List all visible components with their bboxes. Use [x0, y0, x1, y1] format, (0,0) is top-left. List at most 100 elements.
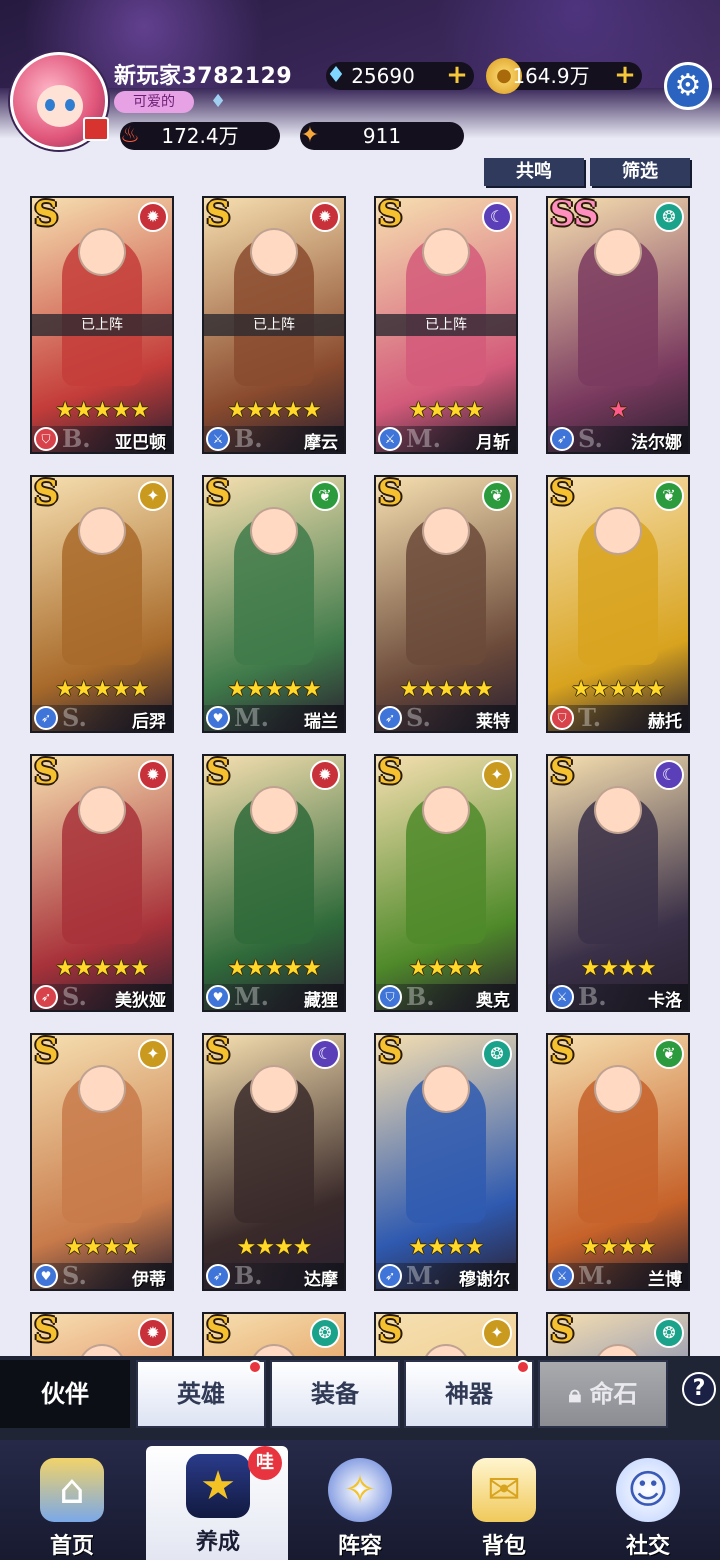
hero-name-bar: ➶ S. 美狄娅 — [32, 982, 172, 1011]
hero-name-bar: ♥ M. 藏狸 — [204, 982, 344, 1011]
nav-lineup[interactable]: ✧ 阵容 — [288, 1440, 432, 1560]
hero-name: 法尔娜 — [631, 433, 682, 453]
nav-bag-label: 背包 — [481, 1534, 526, 1559]
hero-rank: S — [34, 1312, 59, 1350]
nav-develop[interactable]: ★ 养成 哇 — [146, 1446, 288, 1560]
settings-gear-icon[interactable]: ⚙ — [664, 62, 712, 110]
player-title-badge[interactable]: 可爱的 — [114, 91, 194, 113]
hero-head — [250, 786, 298, 834]
hero-card[interactable]: S ✹ 已上阵 ★★★★★ ⚔ B. 摩云 — [202, 196, 346, 454]
hero-name: 摩云 — [304, 433, 338, 453]
hero-grade: M. — [234, 703, 269, 732]
hero-grid: S ✹ 已上阵 ★★★★★ ⛉ B. 亚巴顿 S ✹ 已上阵 ★★★★★ ⚔ B. 摩云 S ☾ 已上阵 ★★★★… — [0, 196, 720, 1356]
hero-head — [78, 507, 126, 555]
hero-rank: S — [34, 1033, 59, 1071]
hero-card[interactable]: S ❦ ★★★★★ ⛉ T. 赫托 — [546, 475, 690, 733]
hero-card[interactable]: S ✦ ★★★★★ ➶ S. 后羿 — [30, 475, 174, 733]
hero-grade: S. — [578, 424, 603, 453]
hero-name: 莱特 — [476, 712, 510, 732]
fire-element-icon: ✹ — [138, 202, 168, 232]
tab-hero[interactable]: 英雄 — [136, 1360, 266, 1428]
hero-rank: S — [34, 754, 59, 792]
hero-card[interactable]: S ❂ — [202, 1312, 346, 1356]
tab-partner[interactable]: 伙伴 — [0, 1360, 130, 1428]
hero-card[interactable]: SS ❂ ★ ➶ S. 法尔娜 — [546, 196, 690, 454]
sword-role-icon: ⚔ — [206, 427, 230, 451]
hero-card[interactable]: S ❦ ★★★★★ ➶ S. 莱特 — [374, 475, 518, 733]
tab-artifact[interactable]: 神器 — [404, 1360, 534, 1428]
moon-element-icon: ☾ — [482, 202, 512, 232]
add-gold-button[interactable]: + — [614, 62, 636, 88]
fire-element-icon: ✹ — [310, 202, 340, 232]
develop-badge: 哇 — [248, 1446, 282, 1480]
bow-role-icon: ➶ — [550, 427, 574, 451]
gold-value: 164.9万 — [512, 64, 590, 88]
hero-head — [422, 786, 470, 834]
hero-card[interactable]: S ☾ ★★★★ ⚔ B. 卡洛 — [546, 754, 690, 1012]
hero-head — [250, 228, 298, 276]
hero-card[interactable]: S ✦ — [374, 1312, 518, 1356]
home-castle-icon: ⌂ — [40, 1458, 104, 1522]
avatar-eye-icon — [65, 99, 75, 111]
sword-role-icon: ⚔ — [378, 427, 402, 451]
hero-head — [594, 786, 642, 834]
bow-role-icon: ➶ — [34, 985, 58, 1009]
hero-card[interactable]: S ☾ 已上阵 ★★★★ ⚔ M. 月斩 — [374, 196, 518, 454]
moon-element-icon: ☾ — [654, 760, 684, 790]
resonance-button[interactable]: 共鸣 — [484, 158, 584, 186]
leaf-element-icon: ❦ — [654, 481, 684, 511]
help-button[interactable]: ? — [682, 1372, 716, 1406]
hero-card[interactable]: S ✹ — [30, 1312, 174, 1356]
hero-card[interactable]: S ✹ 已上阵 ★★★★★ ⛉ B. 亚巴顿 — [30, 196, 174, 454]
filter-button[interactable]: 筛选 — [590, 158, 690, 186]
lineup-compass-icon: ✧ — [328, 1458, 392, 1522]
nav-bag[interactable]: ✉ 背包 — [432, 1440, 576, 1560]
wind-element-icon: ❂ — [654, 1318, 684, 1348]
hero-grade: B. — [406, 982, 435, 1011]
hero-name-bar: ⚔ M. 兰博 — [548, 1261, 688, 1290]
hero-stars: ★★★★★ — [571, 677, 666, 702]
shield-role-icon: ⛉ — [550, 706, 574, 730]
deployed-label: 已上阵 — [376, 314, 516, 336]
tab-fate-stone[interactable]: 🔒︎ 命石 — [538, 1360, 668, 1428]
wind-element-icon: ❂ — [310, 1318, 340, 1348]
hero-stars: ★★★★ — [580, 1235, 657, 1260]
hero-card[interactable]: S ✹ ★★★★★ ➶ S. 美狄娅 — [30, 754, 174, 1012]
gift-icon — [83, 117, 109, 141]
hero-card[interactable]: S ✦ ★★★★ ♥ S. 伊蒂 — [30, 1033, 174, 1291]
hero-card[interactable]: S ✹ ★★★★★ ♥ M. 藏狸 — [202, 754, 346, 1012]
deployed-label: 已上阵 — [204, 314, 344, 336]
hero-card[interactable]: S ❦ ★★★★★ ♥ M. 瑞兰 — [202, 475, 346, 733]
hero-name: 兰博 — [648, 1270, 682, 1290]
nav-home[interactable]: ⌂ 首页 — [0, 1440, 144, 1560]
hero-name: 藏狸 — [304, 991, 338, 1011]
hero-name-bar: ➶ M. 穆谢尔 — [376, 1261, 516, 1289]
hero-grade: B. — [234, 424, 263, 453]
tab-fate-stone-label: 命石 — [589, 1380, 638, 1408]
deployed-label: 已上阵 — [32, 314, 172, 336]
hero-stars: ★★★★ — [408, 1235, 485, 1260]
bow-role-icon: ➶ — [378, 1264, 402, 1288]
hero-card[interactable]: S ☾ ★★★★ ➶ B. 达摩 — [202, 1033, 346, 1291]
nav-social[interactable]: ☺ 社交 — [576, 1440, 720, 1560]
hero-grade: S. — [62, 982, 87, 1011]
hero-stars: ★★★★ — [408, 956, 485, 981]
tab-equipment[interactable]: 装备 — [270, 1360, 400, 1428]
hero-card[interactable]: S ❂ — [546, 1312, 690, 1356]
hero-rank: S — [550, 1312, 575, 1350]
avatar[interactable] — [10, 52, 109, 150]
leaf-element-icon: ❦ — [482, 481, 512, 511]
hero-card[interactable]: S ❂ ★★★★ ➶ M. 穆谢尔 — [374, 1033, 518, 1291]
hero-head — [422, 1065, 470, 1113]
hero-card[interactable]: S ✦ ★★★★ ⛉ B. 奥克 — [374, 754, 518, 1012]
avatar-face — [37, 85, 83, 127]
hero-card[interactable]: S ❦ ★★★★ ⚔ M. 兰博 — [546, 1033, 690, 1291]
hero-name: 瑞兰 — [304, 712, 338, 732]
hero-grade: S. — [62, 703, 87, 732]
heart-role-icon: ♥ — [206, 706, 230, 730]
hero-head — [422, 1344, 470, 1356]
hero-rank: S — [378, 1312, 403, 1350]
hero-grade: M. — [234, 982, 269, 1011]
add-gems-button[interactable]: + — [446, 62, 468, 88]
hero-name-bar: ➶ S. 法尔娜 — [548, 424, 688, 453]
